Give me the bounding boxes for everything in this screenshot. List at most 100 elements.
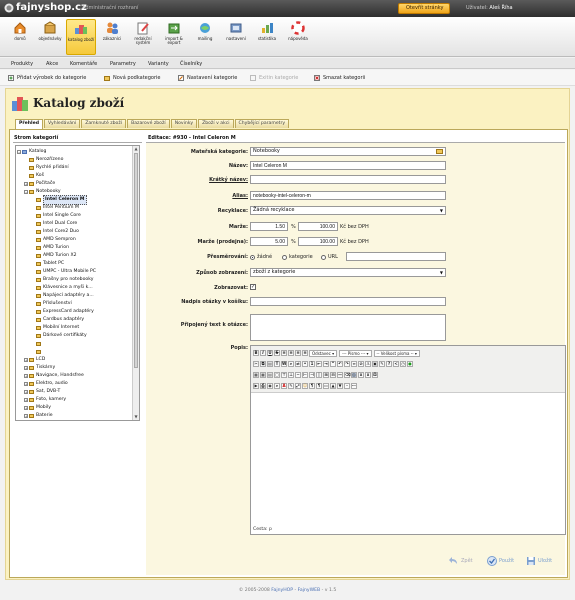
align-right-icon[interactable]: ≡ xyxy=(295,350,301,356)
table-props-icon[interactable]: ▦ xyxy=(260,372,266,378)
save-button[interactable]: Uložit xyxy=(526,556,552,566)
tree-node[interactable]: ExpressCard adaptéry xyxy=(16,308,132,316)
tree-node[interactable]: + Baterie xyxy=(16,412,132,420)
tree-node[interactable]: Nerozřízeno xyxy=(16,156,132,164)
tree-node[interactable]: Napájecí adaptéry a... xyxy=(16,292,132,300)
module-settings[interactable]: nastavení xyxy=(221,19,251,55)
menu-item-parameters[interactable]: Parametry xyxy=(110,61,136,67)
expand-icon[interactable]: + xyxy=(24,398,28,402)
insert-col-after-icon[interactable]: ⊣ xyxy=(309,372,315,378)
emotions-icon[interactable]: ☺ xyxy=(302,383,308,389)
user-name[interactable]: Aleš Říha xyxy=(489,5,512,11)
short-name-input[interactable] xyxy=(250,175,446,184)
module-customers[interactable]: zákazníci xyxy=(97,19,127,55)
cleanup-icon[interactable]: ✎ xyxy=(379,361,385,367)
move-forward-icon[interactable]: ▲ xyxy=(330,383,336,389)
forecolor-icon[interactable]: ● xyxy=(407,361,413,367)
copy-icon[interactable]: ⧉ xyxy=(260,361,266,367)
tree-node[interactable]: + Elektro, audio xyxy=(16,380,132,388)
zoom-icon[interactable]: ⌕ xyxy=(274,383,280,389)
tree-node[interactable]: Intel Single Core xyxy=(16,212,132,220)
remove-format-icon[interactable]: ⌫ xyxy=(344,372,351,378)
collapse-icon[interactable]: − xyxy=(24,190,28,194)
tab-overview[interactable]: Přehled xyxy=(15,119,43,129)
module-catalog[interactable]: katalog zboží xyxy=(66,19,96,55)
visible-checkbox[interactable]: ✓ xyxy=(250,284,256,290)
undo-icon[interactable]: ↶ xyxy=(337,361,343,367)
tree-node[interactable]: + Navigace, Handsfree xyxy=(16,372,132,380)
insert-col-before-icon[interactable]: ⊢ xyxy=(302,372,308,378)
tree-node[interactable]: Rychlé přidání xyxy=(16,164,132,172)
parent-category-field[interactable]: Notebooky xyxy=(250,147,446,156)
bullet-list-icon[interactable]: • xyxy=(302,361,308,367)
redirect-url-input[interactable] xyxy=(346,252,446,261)
preview-icon[interactable]: ◉ xyxy=(267,383,273,389)
delete-col-icon[interactable]: | xyxy=(316,372,322,378)
tree-node[interactable]: + Foto, kamery xyxy=(16,396,132,404)
font-select[interactable]: --- Písmo --- ▾ xyxy=(339,349,372,357)
redo-icon[interactable]: ↷ xyxy=(344,361,350,367)
module-import-export[interactable]: import & export xyxy=(159,19,189,55)
category-settings-button[interactable]: Nastavení kategorie xyxy=(178,75,237,81)
logo[interactable]: fajnyshop.cz xyxy=(4,2,87,13)
tree-node[interactable]: + Mobily xyxy=(16,404,132,412)
tree-node[interactable]: Dárkové certifikáty xyxy=(16,332,132,340)
table-icon[interactable]: ▦ xyxy=(253,372,259,378)
insert-layer-icon[interactable]: ▭ xyxy=(323,383,329,389)
menu-item-products[interactable]: Produkty xyxy=(11,61,33,67)
scroll-down-arrow[interactable]: ▼ xyxy=(133,414,139,420)
anchor-icon[interactable]: ⚓ xyxy=(365,361,371,367)
tab-sale-goods[interactable]: Zboží v akci xyxy=(198,119,234,128)
module-cms[interactable]: redakční systém xyxy=(128,19,158,55)
pagebreak-icon[interactable]: ⋯ xyxy=(351,383,357,389)
indent-icon[interactable]: ⇥ xyxy=(323,361,329,367)
display-mode-select[interactable]: zboží z kategorie ▼ xyxy=(250,268,446,277)
tree-node[interactable]: Intel Core2 Duo xyxy=(16,228,132,236)
menu-item-variants[interactable]: Varianty xyxy=(148,61,169,67)
expand-icon[interactable]: + xyxy=(24,390,28,394)
tree-node[interactable] xyxy=(16,348,132,356)
delete-row-icon[interactable]: − xyxy=(295,372,301,378)
radio[interactable] xyxy=(321,254,326,260)
radio-selected[interactable] xyxy=(250,254,255,260)
alias-input[interactable] xyxy=(250,191,446,200)
name-input[interactable] xyxy=(250,161,446,170)
underline-button[interactable]: U xyxy=(267,350,273,356)
insert-row-after-icon[interactable]: ⊥ xyxy=(288,372,294,378)
tree-node[interactable]: AMD Turion X2 xyxy=(16,252,132,260)
cut-icon[interactable]: ✂ xyxy=(253,361,259,367)
redirect-option-category[interactable]: kategorie xyxy=(282,254,313,260)
cell-props-icon[interactable]: ▢ xyxy=(274,372,280,378)
expand-icon[interactable]: + xyxy=(24,182,28,186)
tree-node[interactable]: AMD Turion xyxy=(16,244,132,252)
radio[interactable] xyxy=(282,254,287,260)
tree-node[interactable]: Příslušenství xyxy=(16,300,132,308)
align-center-icon[interactable]: ≡ xyxy=(288,350,294,356)
merge-cells-icon[interactable]: ⊟ xyxy=(330,372,336,378)
module-statistics[interactable]: statistika xyxy=(252,19,282,55)
media-icon[interactable]: ▶ xyxy=(253,383,259,389)
text-color-icon[interactable]: A xyxy=(281,383,287,389)
outdent-icon[interactable]: ⇤ xyxy=(316,361,322,367)
visual-aid-icon[interactable]: ▨ xyxy=(351,372,357,378)
collapse-icon[interactable]: − xyxy=(17,150,21,154)
tree-node[interactable]: Intel Pentium M xyxy=(16,204,132,212)
replace-icon[interactable]: ⇄ xyxy=(295,361,301,367)
cart-question-input[interactable] xyxy=(250,297,446,306)
tab-locked-goods[interactable]: Zamknuté zboží xyxy=(81,119,127,128)
tree-node[interactable]: Tablet PC xyxy=(16,260,132,268)
unlink-icon[interactable]: ⊘ xyxy=(358,361,364,367)
split-cells-icon[interactable]: ⊞ xyxy=(323,372,329,378)
back-button[interactable]: Zpět xyxy=(449,556,473,566)
nonbreaking-icon[interactable]: · xyxy=(344,383,350,389)
format-select[interactable]: Odstavec ▾ xyxy=(309,349,338,357)
tree-node[interactable]: Klávesnice a myši k... xyxy=(16,284,132,292)
tree-node[interactable]: Koš xyxy=(16,172,132,180)
apply-button[interactable]: Použít xyxy=(487,556,514,566)
tree-node[interactable]: + LCD xyxy=(16,356,132,364)
redirect-option-url[interactable]: URL xyxy=(321,254,338,260)
find-icon[interactable]: ⌕ xyxy=(288,361,294,367)
help-small-icon[interactable]: ? xyxy=(386,361,392,367)
tree-node[interactable]: + Sat, DVB-T xyxy=(16,388,132,396)
paste-word-icon[interactable]: W xyxy=(281,361,287,367)
